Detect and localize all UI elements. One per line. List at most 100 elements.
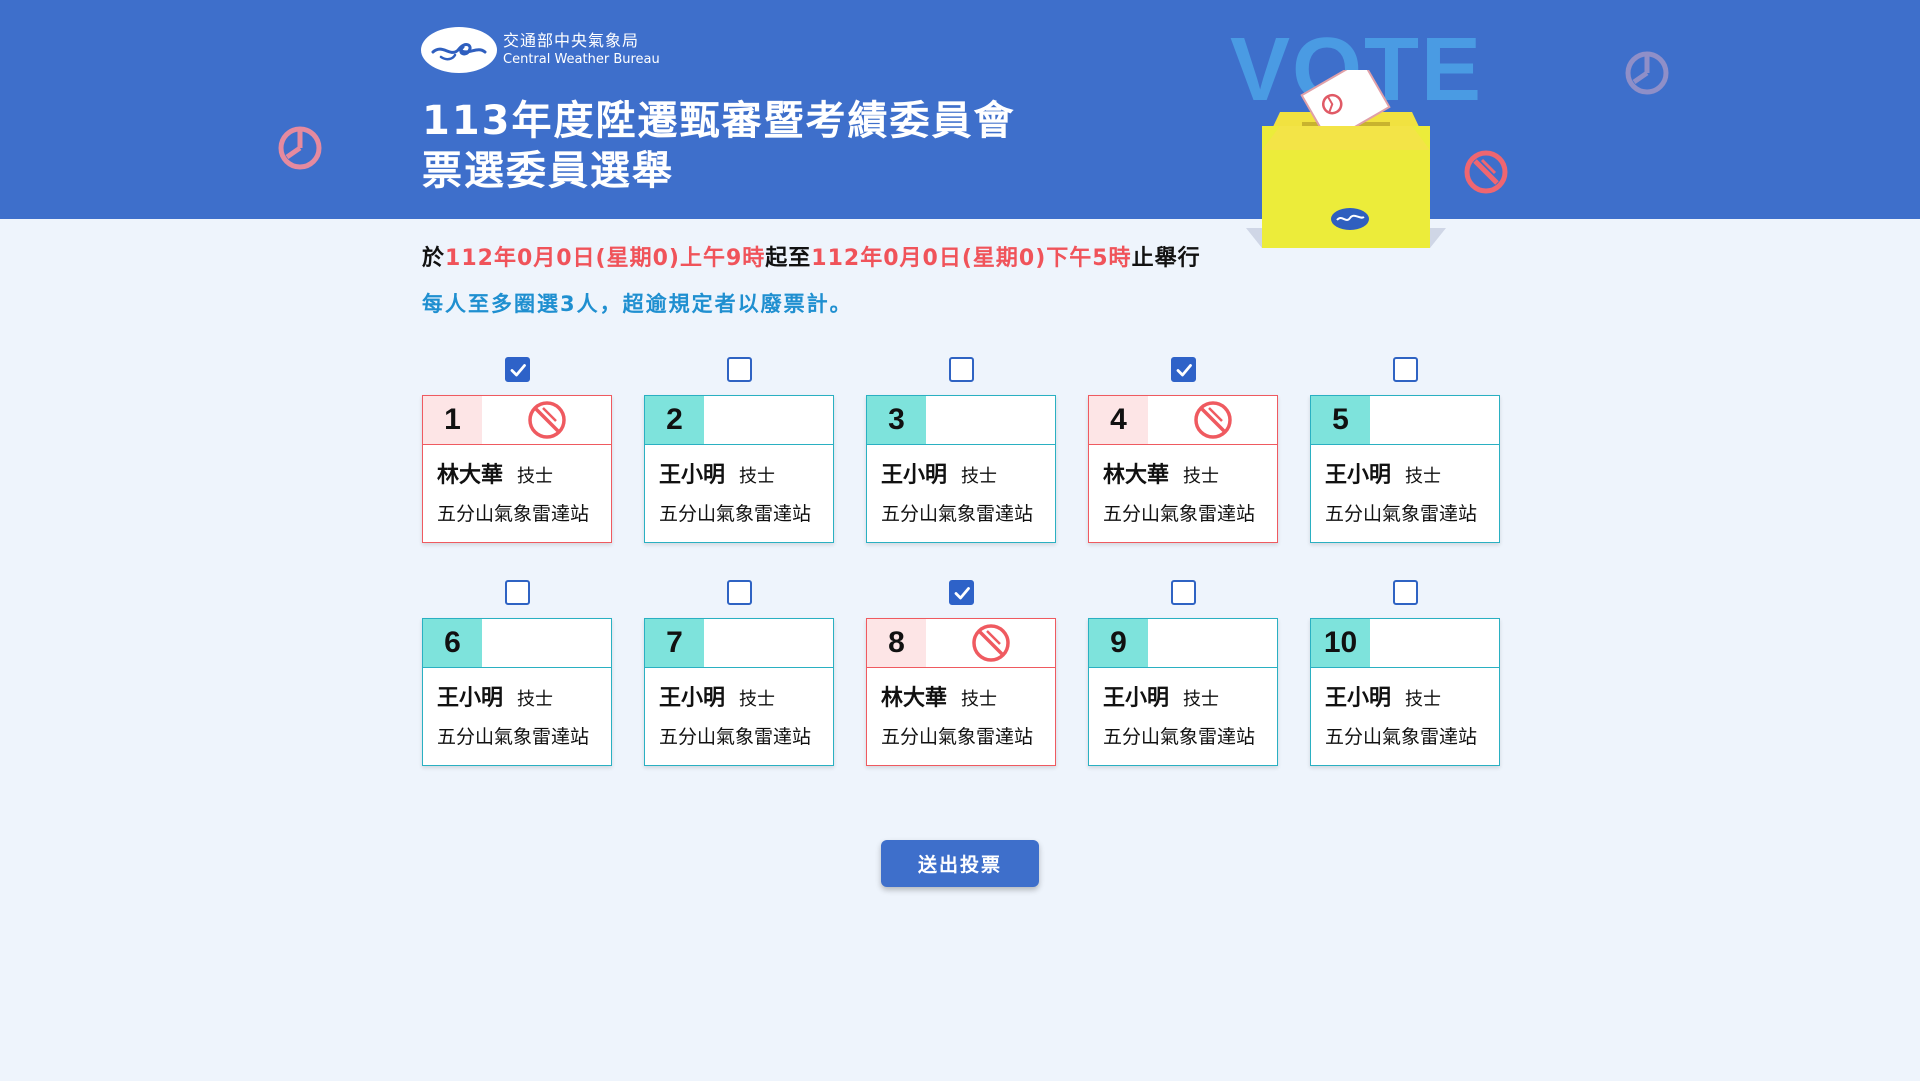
candidate-card-header: 8 [867, 619, 1055, 668]
candidate-name: 林大華 [1103, 463, 1170, 488]
candidate-card[interactable]: 2 王小明 技士 五分山氣象雷達站 [644, 395, 834, 543]
candidate-card[interactable]: 1 林大華 技士 五分山氣象雷達站 [422, 395, 612, 543]
candidate-card-header: 3 [867, 396, 1055, 445]
election-schedule: 於112年0月0日(星期0)上午9時起至112年0月0日(星期0)下午5時止舉行 [422, 240, 1201, 272]
candidate-card[interactable]: 7 王小明 技士 五分山氣象雷達站 [644, 618, 834, 766]
candidate-station: 五分山氣象雷達站 [437, 503, 590, 525]
candidate-role: 技士 [1405, 466, 1442, 487]
selection-stamp-area [1148, 619, 1277, 667]
candidate-station: 五分山氣象雷達站 [1325, 726, 1478, 748]
candidate-number: 10 [1311, 619, 1370, 667]
candidate-name: 王小明 [1103, 686, 1170, 711]
selection-stamp-area [704, 396, 833, 444]
candidate-role: 技士 [961, 466, 998, 487]
selection-stamp-area [482, 396, 611, 444]
candidate-card-header: 5 [1311, 396, 1499, 445]
candidate-checkbox[interactable] [505, 580, 530, 605]
selection-stamp-area [482, 619, 611, 667]
org-name-en: Central Weather Bureau [503, 52, 660, 67]
selection-stamp-area [1370, 396, 1499, 444]
schedule-suffix: 止舉行 [1131, 246, 1201, 271]
candidate-card[interactable]: 9 王小明 技士 五分山氣象雷達站 [1088, 618, 1278, 766]
candidate-number: 2 [645, 396, 704, 444]
candidate-name: 王小明 [1325, 463, 1392, 488]
candidate-number: 9 [1089, 619, 1148, 667]
candidate-card-header: 2 [645, 396, 833, 445]
stamp-circle-decor-icon [1464, 150, 1508, 194]
candidate-role: 技士 [1183, 466, 1220, 487]
candidate-checkbox[interactable] [1171, 580, 1196, 605]
schedule-mid: 起至 [765, 246, 812, 271]
org-logo: 交通部中央氣象局 Central Weather Bureau [421, 27, 660, 73]
candidate-station: 五分山氣象雷達站 [1103, 503, 1256, 525]
selection-stamp-area [1370, 619, 1499, 667]
check-icon [510, 363, 526, 376]
candidate-number: 8 [867, 619, 926, 667]
candidate-card-header: 9 [1089, 619, 1277, 668]
selection-stamp-area [926, 619, 1055, 667]
page-title: 113年度陞遷甄審暨考績委員會 票選委員選舉 [422, 96, 1016, 196]
selection-stamp-area [704, 619, 833, 667]
candidate-checkbox[interactable] [949, 357, 974, 382]
candidate-name: 林大華 [881, 686, 948, 711]
candidate-role: 技士 [739, 689, 776, 710]
vote-stamp-icon [527, 401, 566, 439]
candidate-card[interactable]: 6 王小明 技士 五分山氣象雷達站 [422, 618, 612, 766]
candidate-checkbox[interactable] [1393, 357, 1418, 382]
candidate-card[interactable]: 3 王小明 技士 五分山氣象雷達站 [866, 395, 1056, 543]
candidate-checkbox[interactable] [1393, 580, 1418, 605]
vote-stamp-icon [1193, 401, 1232, 439]
schedule-end-time: 112年0月0日(星期0)下午5時 [811, 246, 1132, 271]
candidate-card[interactable]: 10 王小明 技士 五分山氣象雷達站 [1310, 618, 1500, 766]
header-banner: 交通部中央氣象局 Central Weather Bureau 113年度陞遷甄… [0, 0, 1920, 219]
schedule-start-time: 112年0月0日(星期0)上午9時 [445, 246, 766, 271]
candidate-checkbox[interactable] [505, 357, 530, 382]
candidate-checkbox[interactable] [949, 580, 974, 605]
candidate-station: 五分山氣象雷達站 [881, 503, 1034, 525]
candidate-name: 王小明 [659, 463, 726, 488]
schedule-prefix: 於 [422, 246, 446, 271]
candidate-card[interactable]: 5 王小明 技士 五分山氣象雷達站 [1310, 395, 1500, 543]
candidate-card[interactable]: 4 林大華 技士 五分山氣象雷達站 [1088, 395, 1278, 543]
candidate-number: 7 [645, 619, 704, 667]
candidate-role: 技士 [517, 689, 554, 710]
candidate-station: 五分山氣象雷達站 [659, 503, 812, 525]
candidate-name: 林大華 [437, 463, 504, 488]
submit-vote-button[interactable]: 送出投票 [881, 840, 1039, 887]
candidate-station: 五分山氣象雷達站 [881, 726, 1034, 748]
candidate-number: 5 [1311, 396, 1370, 444]
ballot-box-illustration [1246, 70, 1446, 248]
candidate-station: 五分山氣象雷達站 [1103, 726, 1256, 748]
candidate-role: 技士 [961, 689, 998, 710]
org-name-zh: 交通部中央氣象局 [503, 31, 640, 50]
candidate-number: 1 [423, 396, 482, 444]
candidate-name: 王小明 [437, 686, 504, 711]
selection-stamp-area [1148, 396, 1277, 444]
candidate-card-header: 7 [645, 619, 833, 668]
cwb-logo-icon [421, 27, 497, 73]
candidate-role: 技士 [517, 466, 554, 487]
candidate-number: 6 [423, 619, 482, 667]
candidate-card-header: 1 [423, 396, 611, 445]
candidate-name: 王小明 [659, 686, 726, 711]
candidate-checkbox[interactable] [1171, 357, 1196, 382]
candidate-name: 王小明 [881, 463, 948, 488]
candidate-name: 王小明 [1325, 686, 1392, 711]
candidate-role: 技士 [1405, 689, 1442, 710]
selection-stamp-area [926, 396, 1055, 444]
vote-stamp-decor-icon [1625, 51, 1669, 95]
page-title-line1: 113年度陞遷甄審暨考績委員會 [422, 98, 1016, 144]
vote-stamp-decor-icon [278, 126, 322, 170]
candidate-number: 3 [867, 396, 926, 444]
candidate-checkbox[interactable] [727, 580, 752, 605]
candidate-card-header: 4 [1089, 396, 1277, 445]
candidate-role: 技士 [739, 466, 776, 487]
candidate-card[interactable]: 8 林大華 技士 五分山氣象雷達站 [866, 618, 1056, 766]
candidate-card-header: 10 [1311, 619, 1499, 668]
page-title-line2: 票選委員選舉 [422, 148, 674, 194]
candidate-station: 五分山氣象雷達站 [659, 726, 812, 748]
candidate-card-header: 6 [423, 619, 611, 668]
candidate-station: 五分山氣象雷達站 [1325, 503, 1478, 525]
candidate-checkbox[interactable] [727, 357, 752, 382]
candidate-station: 五分山氣象雷達站 [437, 726, 590, 748]
